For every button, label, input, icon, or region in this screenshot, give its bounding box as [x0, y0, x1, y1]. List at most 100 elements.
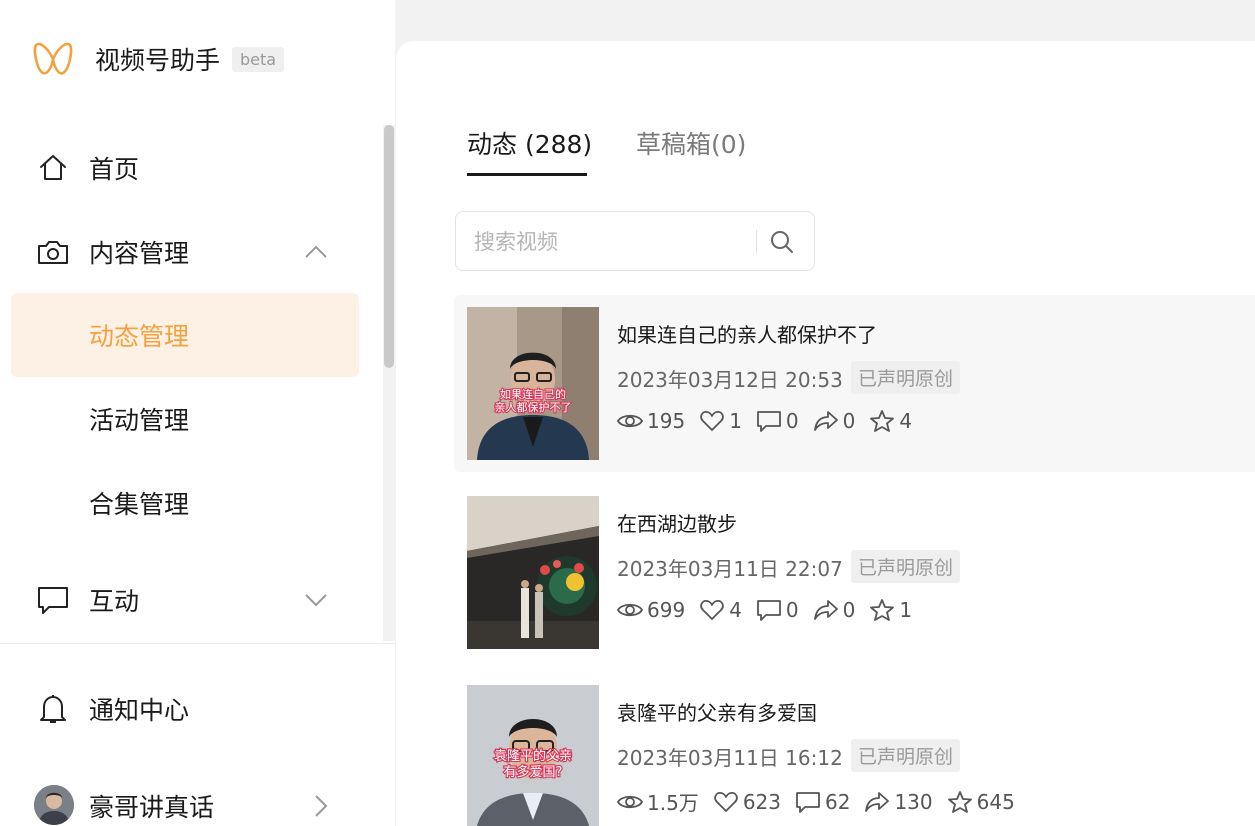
app-title: 视频号助手: [95, 46, 221, 75]
post-date: 2023年03月11日 22:07: [617, 557, 843, 581]
sub-item-label: 活动管理: [89, 406, 190, 435]
favorites-stat: 4: [869, 409, 912, 433]
likes-count: 4: [729, 598, 742, 622]
video-thumbnail[interactable]: [467, 496, 599, 649]
shares-stat: 0: [813, 598, 856, 622]
logo[interactable]: 视频号助手 beta: [33, 40, 285, 78]
chevron-right-icon[interactable]: [308, 793, 334, 819]
post-item[interactable]: 袁隆平的父亲 有多爱国? 袁隆平的父亲有多爱国 2023年03月11日 16:1…: [454, 673, 1255, 826]
chevron-down-icon[interactable]: [303, 587, 329, 613]
comment-icon: [757, 411, 781, 432]
nav-user[interactable]: 豪哥讲真话: [0, 778, 395, 826]
thumbnail-caption-line1: 如果连自己的: [500, 387, 566, 401]
post-item[interactable]: 在西湖边散步 2023年03月11日 22:07 已声明原创 699 4 0 0: [454, 484, 1255, 661]
original-badge: 已声明原创: [851, 550, 961, 583]
views-stat: 1.5万: [617, 787, 699, 816]
shares-count: 130: [894, 789, 933, 814]
post-title[interactable]: 如果连自己的亲人都保护不了: [617, 319, 877, 348]
likes-stat: 1: [699, 409, 742, 433]
search-separator: [756, 230, 757, 254]
original-badge: 已声明原创: [851, 739, 961, 772]
post-stats: 1.5万 623 62 130 645: [617, 787, 1029, 816]
share-icon: [865, 791, 890, 812]
post-date: 2023年03月11日 16:12: [617, 746, 843, 770]
favorites-count: 4: [899, 409, 913, 433]
search-icon[interactable]: [769, 229, 795, 255]
thumbnail-image: 袁隆平的父亲 有多爱国?: [467, 685, 599, 826]
divider: [0, 643, 395, 644]
favorites-stat: 645: [947, 790, 1015, 814]
likes-count: 623: [742, 789, 781, 814]
comments-stat: 0: [756, 409, 799, 433]
views-stat: 195: [617, 409, 685, 433]
original-badge: 已声明原创: [851, 361, 961, 394]
chevron-up-icon[interactable]: [303, 239, 329, 265]
video-thumbnail[interactable]: 袁隆平的父亲 有多爱国?: [467, 685, 599, 826]
thumbnail-caption-line2: 亲人都保护不了: [495, 400, 572, 414]
camera-icon: [37, 236, 69, 268]
bell-icon: [37, 693, 69, 725]
favorites-stat: 1: [869, 598, 912, 622]
post-stats: 195 1 0 0 4: [617, 409, 926, 433]
shares-stat: 130: [864, 789, 933, 814]
share-icon: [813, 411, 838, 431]
views-stat: 699: [617, 598, 685, 622]
comments-count: 62: [825, 789, 851, 814]
nav-content[interactable]: 内容管理: [0, 224, 395, 280]
likes-stat: 4: [699, 598, 742, 622]
eye-icon: [617, 603, 643, 617]
post-item[interactable]: 如果连自己的 亲人都保护不了 如果连自己的亲人都保护不了 2023年03月12日…: [454, 295, 1255, 472]
views-count: 195: [647, 409, 686, 433]
heart-icon: [714, 791, 738, 812]
search-box: [455, 211, 815, 271]
video-thumbnail[interactable]: 如果连自己的 亲人都保护不了: [467, 307, 599, 460]
thumbnail-image: 如果连自己的 亲人都保护不了: [467, 307, 599, 460]
nav-home[interactable]: 首页: [0, 140, 395, 196]
share-icon: [813, 600, 838, 620]
sidebar: 视频号助手 beta 首页 内容管理 动态管理 活动管理 合集管理 互动 通知中…: [0, 0, 395, 826]
eye-icon: [617, 795, 643, 808]
nav-notify-label: 通知中心: [89, 696, 190, 725]
nav-interact[interactable]: 互动: [0, 572, 395, 628]
star-icon: [870, 599, 895, 621]
nav-notify[interactable]: 通知中心: [0, 681, 395, 737]
views-count: 699: [647, 598, 686, 622]
shares-count: 0: [842, 598, 856, 622]
sub-item-label: 动态管理: [89, 322, 190, 351]
shares-stat: 0: [813, 409, 855, 433]
likes-stat: 623: [713, 790, 781, 814]
post-stats: 699 4 0 0 1: [617, 598, 926, 622]
favorites-count: 1: [899, 598, 913, 622]
nav-interact-label: 互动: [89, 587, 140, 616]
thumbnail-caption-line2: 有多爱国?: [504, 764, 563, 780]
heart-icon: [700, 600, 724, 620]
favorites-count: 645: [976, 789, 1015, 814]
eye-icon: [617, 414, 643, 428]
tab-dynamic[interactable]: 动态 (288): [467, 125, 592, 161]
sub-item-activity[interactable]: 活动管理: [11, 377, 359, 461]
post-title[interactable]: 袁隆平的父亲有多爱国: [617, 697, 817, 726]
thumbnail-caption-line1: 袁隆平的父亲: [494, 748, 572, 764]
tab-underline: [467, 173, 587, 176]
home-icon: [37, 152, 69, 184]
comments-stat: 0: [756, 598, 799, 622]
user-name: 豪哥讲真话: [89, 793, 215, 822]
main-panel: 动态 (288) 草稿箱(0) 如果连自己的 亲人都保护不了 如果连自己的亲人都…: [396, 41, 1255, 826]
beta-badge: beta: [232, 46, 285, 72]
comment-icon: [796, 791, 820, 813]
tab-drafts[interactable]: 草稿箱(0): [636, 125, 746, 161]
thumbnail-image: [467, 496, 599, 649]
scrollbar-thumb[interactable]: [384, 125, 394, 368]
views-count: 1.5万: [647, 791, 699, 815]
nav-content-label: 内容管理: [89, 239, 190, 268]
chat-bubble-icon: [37, 584, 69, 616]
star-icon: [947, 790, 972, 813]
sub-item-dynamic[interactable]: 动态管理: [11, 293, 359, 377]
post-title[interactable]: 在西湖边散步: [617, 508, 737, 537]
butterfly-logo-icon: [33, 42, 73, 75]
sub-item-collection[interactable]: 合集管理: [11, 461, 359, 545]
nav-home-label: 首页: [89, 155, 140, 184]
comments-stat: 62: [795, 790, 850, 814]
comments-count: 0: [785, 598, 799, 622]
search-input[interactable]: [474, 226, 744, 258]
